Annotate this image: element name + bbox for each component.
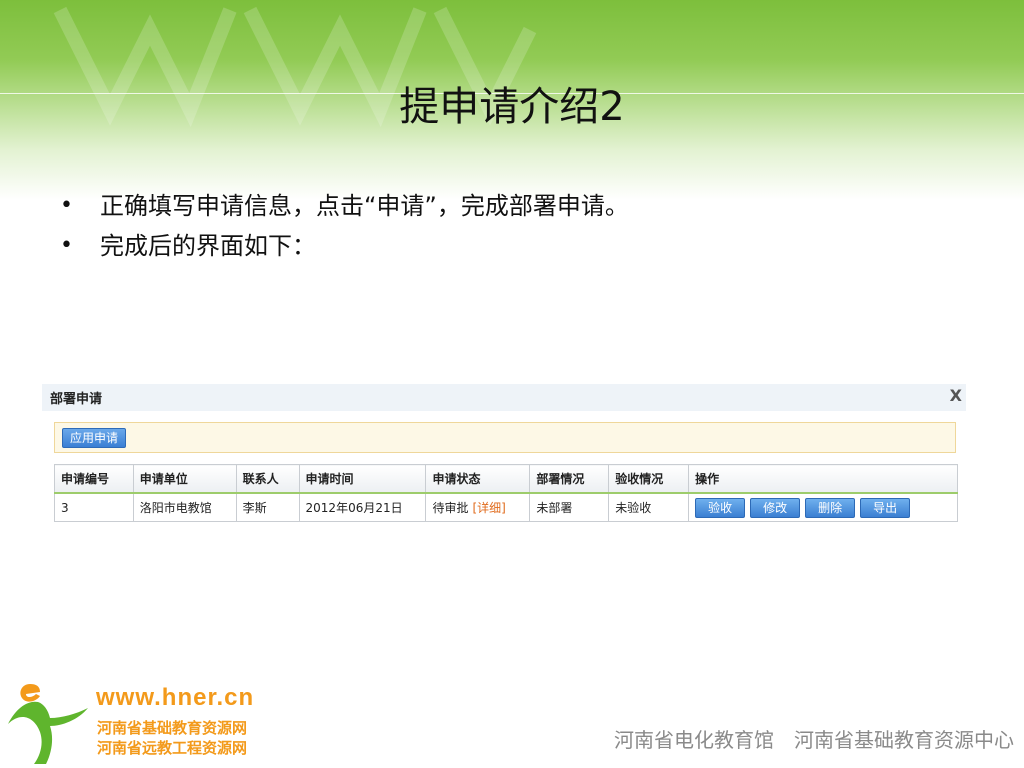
cell-id: 3 <box>54 492 134 522</box>
column-header-time: 申请时间 <box>298 464 427 494</box>
export-button[interactable]: 导出 <box>860 497 911 518</box>
delete-button[interactable]: 删除 <box>805 497 856 518</box>
accept-button[interactable]: 验收 <box>695 497 746 518</box>
cell-unit: 洛阳市电教馆 <box>132 492 237 522</box>
column-header-unit: 申请单位 <box>132 464 237 494</box>
cell-accept: 未验收 <box>608 492 690 522</box>
cell-deploy: 未部署 <box>529 492 610 522</box>
status-text: 待审批 <box>432 501 469 515</box>
edit-button[interactable]: 修改 <box>750 497 801 518</box>
deploy-request-dialog: 部署申请 X 应用申请 申请编号 申请单位 联系人 申请时间 申请状态 部署情况… <box>42 384 966 532</box>
close-icon[interactable]: X <box>950 386 962 405</box>
footer-org-2: 河南省基础教育资源中心 <box>794 728 1014 752</box>
bullet-dot-icon: • <box>60 193 73 218</box>
org-name-line1: 河南省基础教育资源网 <box>97 719 248 737</box>
cell-contact: 李斯 <box>235 492 300 522</box>
column-header-contact: 联系人 <box>235 464 300 494</box>
bullet-item: • 正确填写申请信息，点击“申请”，完成部署申请。 <box>60 186 629 226</box>
bullet-dot-icon: • <box>60 233 73 258</box>
detail-link[interactable]: [详细] <box>472 501 505 515</box>
table-header-row: 申请编号 申请单位 联系人 申请时间 申请状态 部署情况 验收情况 操作 <box>54 464 958 494</box>
dialog-toolbar: 应用申请 <box>54 422 956 453</box>
org-name-line2: 河南省远教工程资源网 <box>97 739 248 757</box>
apply-request-button[interactable]: 应用申请 <box>62 428 127 448</box>
column-header-id: 申请编号 <box>54 464 134 494</box>
request-table: 申请编号 申请单位 联系人 申请时间 申请状态 部署情况 验收情况 操作 3 洛… <box>54 464 958 522</box>
site-logo-icon <box>8 684 88 764</box>
bullet-list: • 正确填写申请信息，点击“申请”，完成部署申请。 • 完成后的界面如下： <box>60 186 629 266</box>
dialog-title: 部署申请 <box>50 392 103 407</box>
cell-time: 2012年06月21日 <box>298 492 427 522</box>
bullet-text: 正确填写申请信息，点击“申请”，完成部署申请。 <box>100 192 629 220</box>
footer-organizations: 河南省电化教育馆 河南省基础教育资源中心 <box>614 724 1014 753</box>
bullet-item: • 完成后的界面如下： <box>60 226 629 266</box>
column-header-status: 申请状态 <box>425 464 531 494</box>
column-header-accept: 验收情况 <box>608 464 690 494</box>
cell-actions: 验收 修改 删除 导出 <box>688 492 958 522</box>
slide-title: 提申请介绍2 <box>399 84 625 130</box>
footer-org-1: 河南省电化教育馆 <box>614 728 774 752</box>
column-header-actions: 操作 <box>688 464 958 494</box>
column-header-deploy: 部署情况 <box>529 464 610 494</box>
site-url: www.hner.cn <box>96 684 255 711</box>
cell-status: 待审批 [详细] <box>425 492 531 522</box>
dialog-header: 部署申请 X <box>42 384 966 411</box>
table-row: 3 洛阳市电教馆 李斯 2012年06月21日 待审批 [详细] 未部署 未验收 … <box>54 492 958 522</box>
bullet-text: 完成后的界面如下： <box>100 232 316 260</box>
